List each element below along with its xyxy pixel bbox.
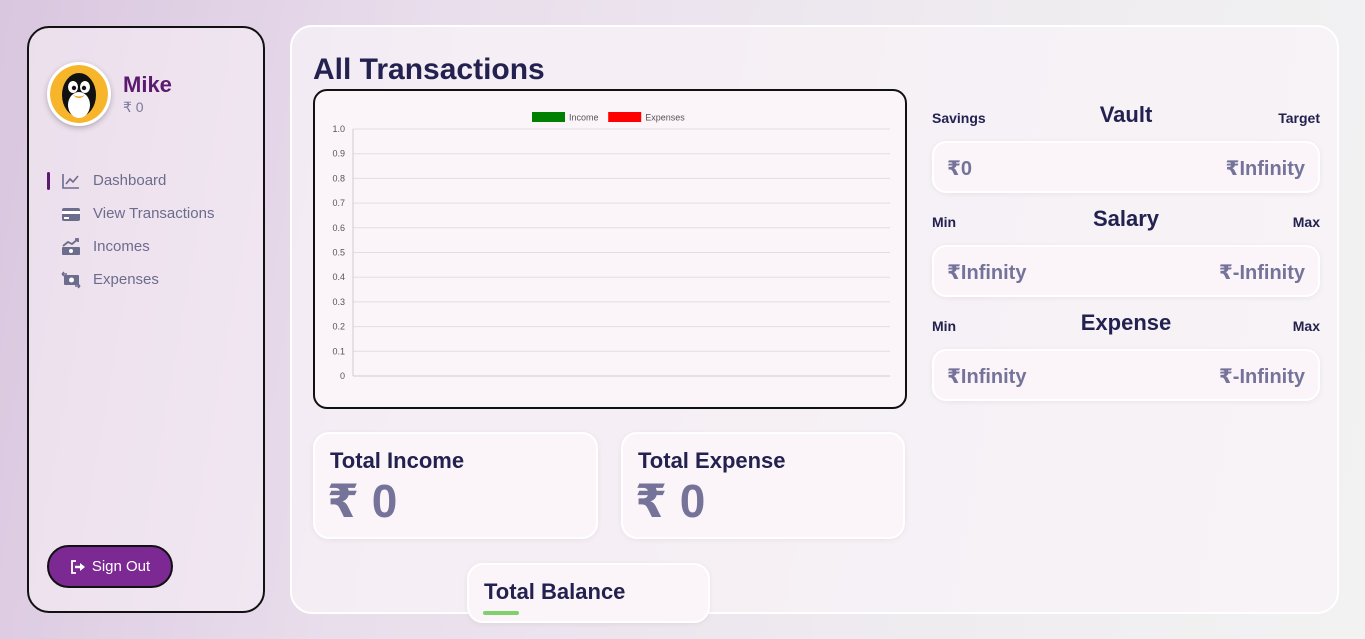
user-profile: Mike ₹ 0 [47, 62, 172, 126]
expense-min-value: ₹Infinity [947, 366, 1027, 388]
money-trend-up-icon [61, 237, 81, 257]
salary-header: Min Salary Max [932, 206, 1320, 236]
y-tick-label: 0.2 [332, 322, 345, 332]
sidebar-item-view-transactions[interactable]: View Transactions [47, 197, 247, 230]
total-balance-title: Total Balance [484, 579, 626, 604]
vault-target-value: ₹Infinity [1225, 158, 1305, 180]
sidebar-nav: Dashboard View Transactions Incomes Expe… [47, 164, 247, 296]
y-tick-label: 0.4 [332, 272, 345, 282]
user-name: Mike [123, 71, 172, 97]
main-panel: All Transactions 1.0 0.9 0.8 0.7 0.6 0.5 0.4 0.… [290, 25, 1339, 623]
salary-max-value: ₹-Infinity [1218, 262, 1305, 284]
expense-max-label: Max [1292, 318, 1320, 334]
y-tick-label: 0.5 [332, 248, 345, 258]
y-tick-label: 0 [340, 371, 345, 381]
sign-out-icon [70, 557, 86, 577]
y-tick-label: 0.6 [332, 223, 345, 233]
y-tick-label: 0.7 [332, 198, 345, 208]
y-tick-label: 0.9 [332, 149, 345, 159]
total-income-title: Total Income [330, 448, 465, 473]
total-expense-title: Total Expense [638, 448, 786, 473]
total-balance-card: Total Balance [467, 563, 710, 623]
y-tick-label: 0.3 [332, 297, 345, 307]
sidebar-item-incomes[interactable]: Incomes [47, 230, 247, 263]
y-tick-label: 0.8 [332, 173, 345, 183]
money-transfer-icon [61, 270, 81, 290]
avatar [47, 62, 111, 126]
page-title: All Transactions [313, 53, 545, 86]
legend-label-expenses: Expenses [645, 113, 685, 123]
expense-title: Expense [1080, 310, 1172, 335]
vault-right-label: Target [1278, 110, 1320, 126]
sidebar-item-dashboard[interactable]: Dashboard [47, 164, 247, 197]
credit-card-icon [61, 204, 81, 224]
sidebar-item-label: Incomes [93, 238, 150, 255]
total-expense-value: ₹ 0 [635, 475, 706, 527]
legend-label-income: Income [569, 113, 599, 123]
sidebar-item-label: Dashboard [93, 172, 167, 189]
sidebar-item-expenses[interactable]: Expenses [47, 263, 247, 296]
expense-header: Min Expense Max [932, 310, 1320, 340]
legend-swatch-expenses [608, 112, 642, 122]
user-balance: ₹ 0 [123, 98, 144, 115]
salary-max-label: Max [1292, 214, 1320, 230]
balance-indicator [483, 611, 519, 615]
y-tick-label: 1.0 [332, 124, 345, 134]
sidebar-item-label: Expenses [93, 271, 159, 288]
sidebar-item-label: View Transactions [93, 205, 215, 222]
sign-out-label: Sign Out [91, 558, 151, 575]
legend-swatch-income [532, 112, 565, 122]
total-expense-card: Total Expense ₹ 0 [621, 432, 905, 539]
sidebar: Mike ₹ 0 Dashboard View Transactions Inc… [27, 26, 265, 613]
vault-values: ₹0 ₹Infinity [932, 141, 1320, 193]
transactions-chart: 1.0 0.9 0.8 0.7 0.6 0.5 0.4 0.3 0.2 0.1 0 Income Exp… [313, 89, 907, 409]
salary-values: ₹Infinity ₹-Infinity [932, 245, 1320, 297]
chart-line-icon [61, 171, 81, 191]
expense-values: ₹Infinity ₹-Infinity [932, 349, 1320, 401]
total-income-card: Total Income ₹ 0 [313, 432, 598, 539]
penguin-avatar-icon [50, 65, 108, 123]
salary-min-value: ₹Infinity [947, 262, 1027, 284]
vault-header: Savings Vault Target [932, 102, 1320, 132]
sign-out-button[interactable]: Sign Out [47, 545, 173, 588]
vault-title: Vault [1099, 102, 1153, 127]
vault-savings-value: ₹0 [947, 158, 973, 180]
salary-title: Salary [1092, 206, 1160, 231]
total-income-value: ₹ 0 [327, 475, 398, 527]
expense-max-value: ₹-Infinity [1218, 366, 1305, 388]
chart-canvas: 1.0 0.9 0.8 0.7 0.6 0.5 0.4 0.3 0.2 0.1 0 Income Exp… [332, 112, 890, 381]
y-tick-label: 0.1 [332, 346, 345, 356]
